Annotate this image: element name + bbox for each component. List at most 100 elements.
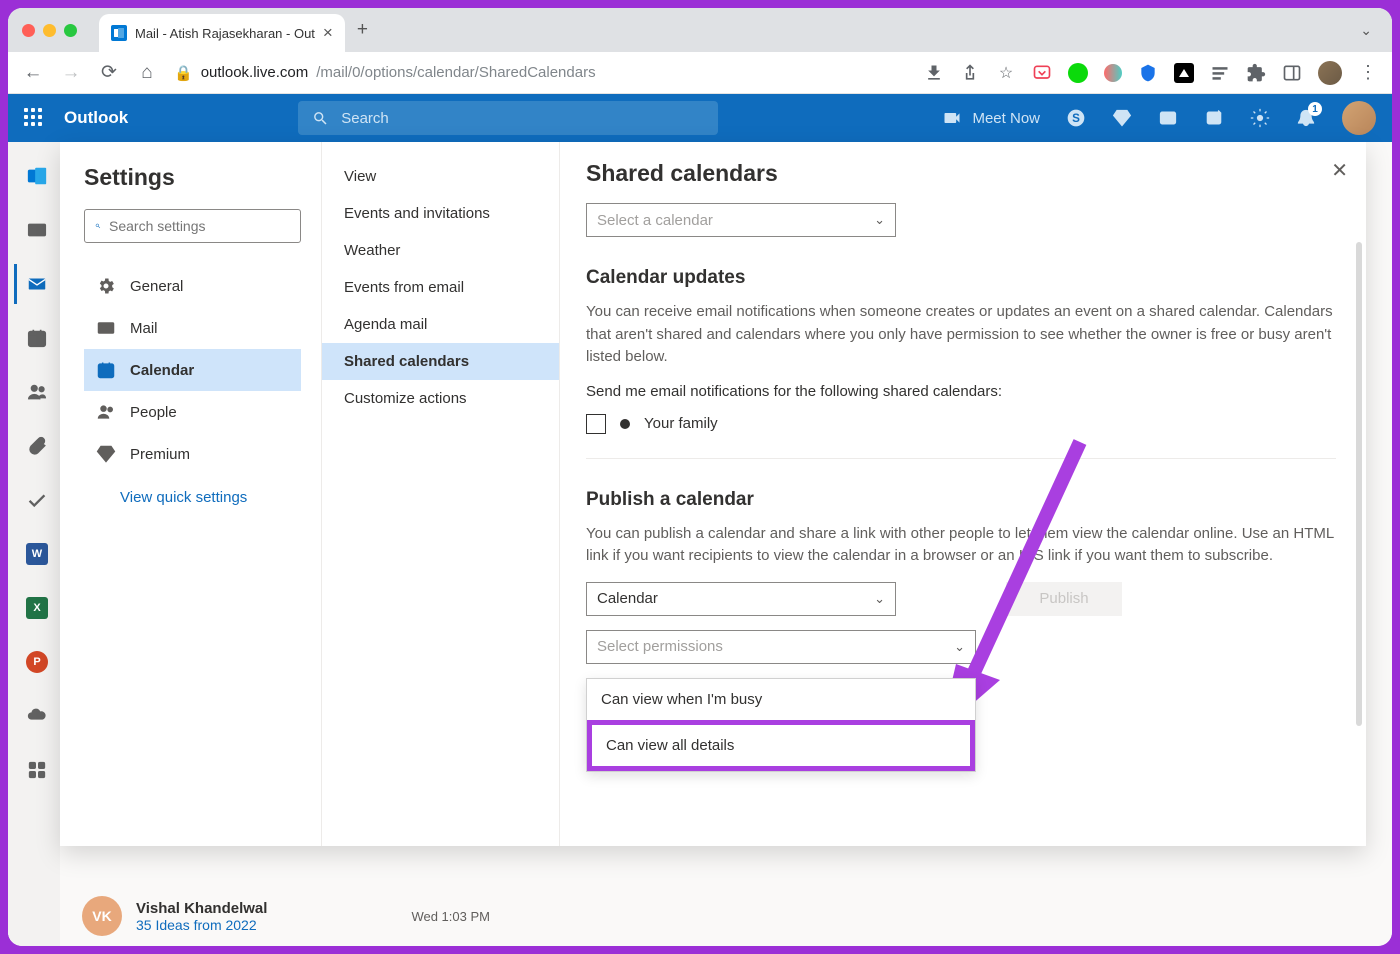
chevron-down-icon: ⌄ — [954, 639, 965, 655]
sub-agenda-mail[interactable]: Agenda mail — [322, 306, 559, 343]
skype-icon[interactable]: S — [1066, 108, 1086, 128]
side-panel-icon[interactable] — [1282, 63, 1302, 83]
publish-heading: Publish a calendar — [586, 489, 1336, 511]
people-icon — [96, 402, 116, 422]
sub-view[interactable]: View — [322, 158, 559, 195]
sub-weather[interactable]: Weather — [322, 232, 559, 269]
permissions-dropdown-menu: Can view when I'm busy Can view all deta… — [586, 678, 976, 772]
install-icon[interactable] — [924, 63, 944, 83]
publish-calendar-dropdown[interactable]: Calendar ⌄ — [586, 582, 896, 616]
mail-list-item[interactable]: VK Vishal Khandelwal 35 Ideas from 2022 … — [82, 896, 490, 936]
settings-search[interactable] — [84, 209, 301, 243]
rail-powerpoint-icon[interactable]: P — [14, 642, 58, 682]
lock-icon: 🔒 — [174, 64, 193, 82]
rail-more-apps-icon[interactable] — [14, 750, 58, 790]
category-mail[interactable]: Mail — [84, 307, 301, 349]
select-calendar-dropdown[interactable]: Select a calendar ⌄ — [586, 203, 896, 237]
family-calendar-label: Your family — [644, 415, 718, 432]
reload-button[interactable]: ⟳ — [98, 61, 120, 84]
outlook-brand: Outlook — [64, 108, 128, 128]
sub-events-invitations[interactable]: Events and invitations — [322, 195, 559, 232]
outlook-search[interactable] — [298, 101, 718, 135]
extension-icons: ☆ ⋮ — [924, 61, 1378, 85]
minimize-window[interactable] — [43, 24, 56, 37]
permission-option-busy[interactable]: Can view when I'm busy — [587, 679, 975, 720]
home-button[interactable]: ⌂ — [136, 62, 158, 84]
family-checkbox[interactable] — [586, 414, 606, 434]
pocket-icon[interactable] — [1032, 63, 1052, 83]
panel-title: Shared calendars — [586, 160, 1336, 187]
user-avatar[interactable] — [1342, 101, 1376, 135]
address-bar: ← → ⟳ ⌂ 🔒 outlook.live.com/mail/0/option… — [8, 52, 1392, 94]
app-launcher-icon[interactable] — [24, 108, 44, 128]
sub-events-from-email[interactable]: Events from email — [322, 269, 559, 306]
extension-privacy-icon[interactable] — [1174, 63, 1194, 83]
bookmark-star-icon[interactable]: ☆ — [996, 63, 1016, 83]
publish-description: You can publish a calendar and share a l… — [586, 523, 1336, 568]
browser-menu-icon[interactable]: ⋮ — [1358, 63, 1378, 83]
category-premium[interactable]: Premium — [84, 433, 301, 475]
sender-avatar: VK — [82, 896, 122, 936]
sub-customize-actions[interactable]: Customize actions — [322, 380, 559, 417]
rail-mail-active-icon[interactable] — [14, 264, 58, 304]
category-general[interactable]: General — [84, 265, 301, 307]
permission-option-all-details[interactable]: Can view all details — [587, 720, 975, 771]
svg-text:S: S — [1072, 112, 1080, 125]
browser-tab-strip: Mail - Atish Rajasekharan - Out × + ⌄ — [8, 8, 1392, 52]
rail-excel-icon[interactable]: X — [14, 588, 58, 628]
permissions-dropdown[interactable]: Select permissions ⌄ — [586, 630, 976, 664]
rail-mail-icon[interactable] — [14, 210, 58, 250]
rail-onedrive-icon[interactable] — [14, 696, 58, 736]
extensions-puzzle-icon[interactable] — [1246, 63, 1266, 83]
rail-people-icon[interactable] — [14, 372, 58, 412]
tab-title: Mail - Atish Rajasekharan - Out — [135, 26, 315, 41]
category-calendar[interactable]: Calendar — [84, 349, 301, 391]
rail-outlook-icon[interactable] — [14, 156, 58, 196]
gear-icon — [96, 276, 116, 296]
search-icon — [95, 218, 101, 234]
close-modal-icon[interactable]: ✕ — [1331, 158, 1348, 183]
category-people[interactable]: People — [84, 391, 301, 433]
notifications-icon[interactable]: 1 — [1296, 108, 1316, 128]
close-window[interactable] — [22, 24, 35, 37]
url-field[interactable]: 🔒 outlook.live.com/mail/0/options/calend… — [174, 64, 908, 82]
scrollbar[interactable] — [1356, 242, 1362, 726]
rail-todo-icon[interactable] — [14, 480, 58, 520]
mail-sender: Vishal Khandelwal — [136, 900, 267, 917]
new-tab-button[interactable]: + — [357, 19, 368, 41]
publish-button[interactable]: Publish — [1006, 582, 1122, 616]
close-tab-icon[interactable]: × — [323, 23, 333, 43]
premium-diamond-icon[interactable] — [1112, 108, 1132, 128]
tabs-menu-chevron[interactable]: ⌄ — [1360, 22, 1372, 39]
outlook-search-input[interactable] — [341, 110, 704, 127]
settings-search-input[interactable] — [109, 218, 290, 234]
calendar-color-dot — [620, 419, 630, 429]
url-path: /mail/0/options/calendar/SharedCalendars — [316, 64, 595, 81]
browser-tab[interactable]: Mail - Atish Rajasekharan - Out × — [99, 14, 345, 52]
quick-settings-link[interactable]: View quick settings — [84, 475, 301, 506]
video-icon — [942, 108, 962, 128]
share-icon[interactable] — [960, 63, 980, 83]
calendar-updates-heading: Calendar updates — [586, 267, 1336, 289]
nav-forward-button[interactable]: → — [60, 62, 82, 84]
calendar-updates-description: You can receive email notifications when… — [586, 301, 1336, 369]
settings-modal: Settings General Mail — [60, 142, 1366, 846]
mail-subject: 35 Ideas from 2022 — [136, 917, 267, 933]
sub-shared-calendars[interactable]: Shared calendars — [322, 343, 559, 380]
settings-gear-icon[interactable] — [1250, 108, 1270, 128]
nav-back-button[interactable]: ← — [22, 62, 44, 84]
extension-lines-icon[interactable] — [1210, 63, 1230, 83]
rail-calendar-icon[interactable] — [14, 318, 58, 358]
left-app-rail: W X P — [8, 142, 60, 946]
extension-shield-icon[interactable] — [1138, 63, 1158, 83]
browser-profile-avatar[interactable] — [1318, 61, 1342, 85]
tips-icon[interactable] — [1204, 108, 1224, 128]
teams-icon[interactable] — [1158, 108, 1178, 128]
rail-word-icon[interactable]: W — [14, 534, 58, 574]
extension-green-icon[interactable] — [1068, 63, 1088, 83]
rail-attachments-icon[interactable] — [14, 426, 58, 466]
extension-goggles-icon[interactable] — [1104, 64, 1122, 82]
maximize-window[interactable] — [64, 24, 77, 37]
search-icon — [312, 110, 329, 127]
meet-now-button[interactable]: Meet Now — [942, 108, 1040, 128]
